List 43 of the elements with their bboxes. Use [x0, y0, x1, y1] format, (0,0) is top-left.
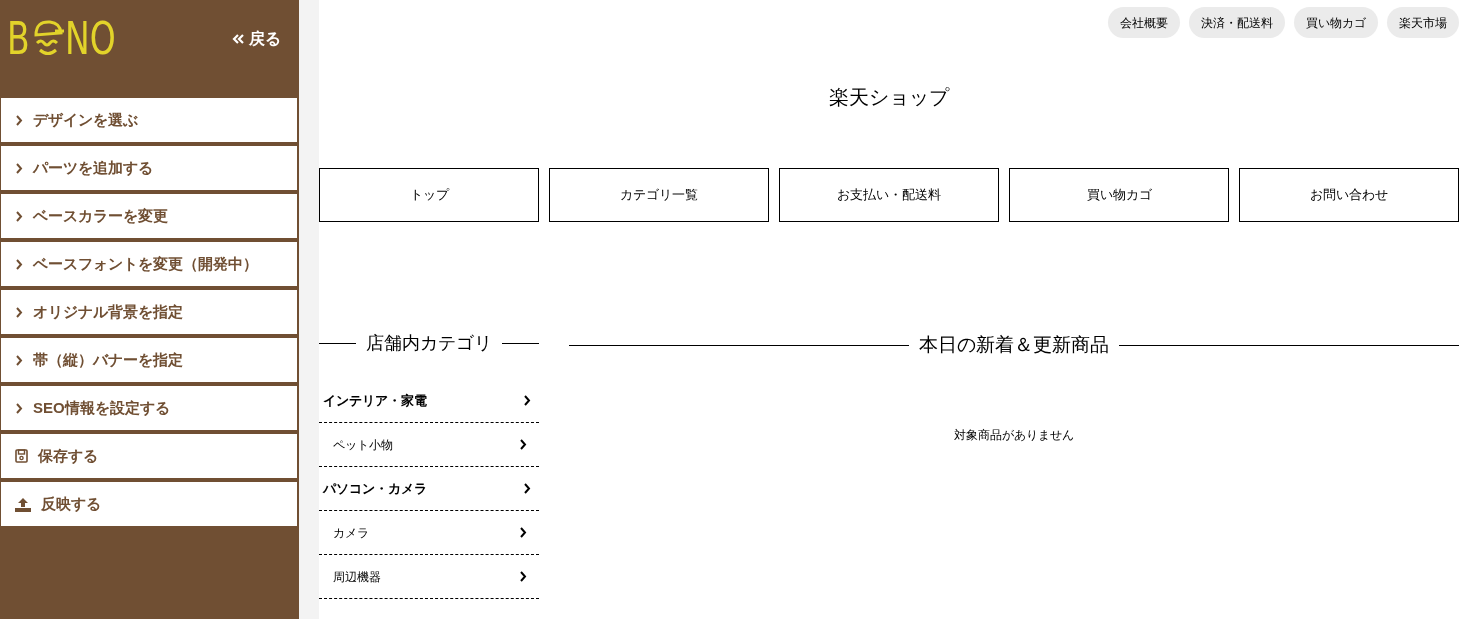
category-link[interactable]: パソコン・カメラ [319, 467, 539, 511]
chevron-right-icon [15, 258, 23, 270]
chevron-right-icon [15, 306, 23, 318]
sidebar-menu-item[interactable]: SEO情報を設定する [1, 386, 297, 430]
subcategory-link[interactable]: カメラ [319, 511, 539, 555]
header-link[interactable]: 会社概要 [1108, 7, 1180, 38]
section-title: 本日の新着＆更新商品 [919, 333, 1109, 357]
chevron-right-icon [523, 483, 531, 494]
chevron-right-icon [15, 114, 23, 126]
nav-button[interactable]: お支払い・配送料 [779, 168, 999, 222]
logo-letters: NO [65, 17, 116, 61]
back-link[interactable]: 戻る [232, 27, 281, 51]
chevron-right-icon [523, 395, 531, 406]
sidebar-menu-item[interactable]: 帯（縦）バナーを指定 [1, 338, 297, 382]
nav-button[interactable]: カテゴリ一覧 [549, 168, 769, 222]
nav-button[interactable]: トップ [319, 168, 539, 222]
chevron-right-icon [15, 402, 23, 414]
subcategory-link[interactable]: 周辺機器 [319, 555, 539, 599]
shop-title: 楽天ショップ [828, 85, 951, 110]
chevron-right-icon [15, 354, 23, 366]
sidebar-menu-item[interactable]: ベースフォントを変更（開発中） [1, 242, 297, 286]
sidebar-menu-item[interactable]: パーツを追加する [1, 146, 297, 190]
chevron-right-icon [519, 439, 527, 450]
chevron-right-icon [15, 162, 23, 174]
chevron-right-icon [519, 527, 527, 538]
nav-button[interactable]: 買い物カゴ [1009, 168, 1229, 222]
header-link[interactable]: 決済・配送料 [1189, 7, 1285, 38]
double-chevron-icon [232, 33, 245, 45]
header-link[interactable]: 買い物カゴ [1294, 7, 1378, 38]
chevron-right-icon [519, 571, 527, 582]
header-link[interactable]: 楽天市場 [1387, 7, 1459, 38]
section-title: 店舗内カテゴリ [366, 332, 492, 355]
sidebar-menu-item[interactable]: ベースカラーを変更 [1, 194, 297, 238]
sidebar-menu-item[interactable]: 保存する [1, 434, 297, 478]
chevron-right-icon [15, 210, 23, 222]
upload-icon [15, 496, 31, 512]
empty-message: 対象商品がありません [953, 426, 1075, 444]
sidebar-menu-item[interactable]: 反映する [1, 482, 297, 526]
nav-button[interactable]: お問い合わせ [1239, 168, 1459, 222]
subcategory-link[interactable]: ペット小物 [319, 423, 539, 467]
category-link[interactable]: インテリア・家電 [319, 379, 539, 423]
sidebar-menu-item[interactable]: デザインを選ぶ [1, 98, 297, 142]
sidebar-menu-item[interactable]: オリジナル背景を指定 [1, 290, 297, 334]
